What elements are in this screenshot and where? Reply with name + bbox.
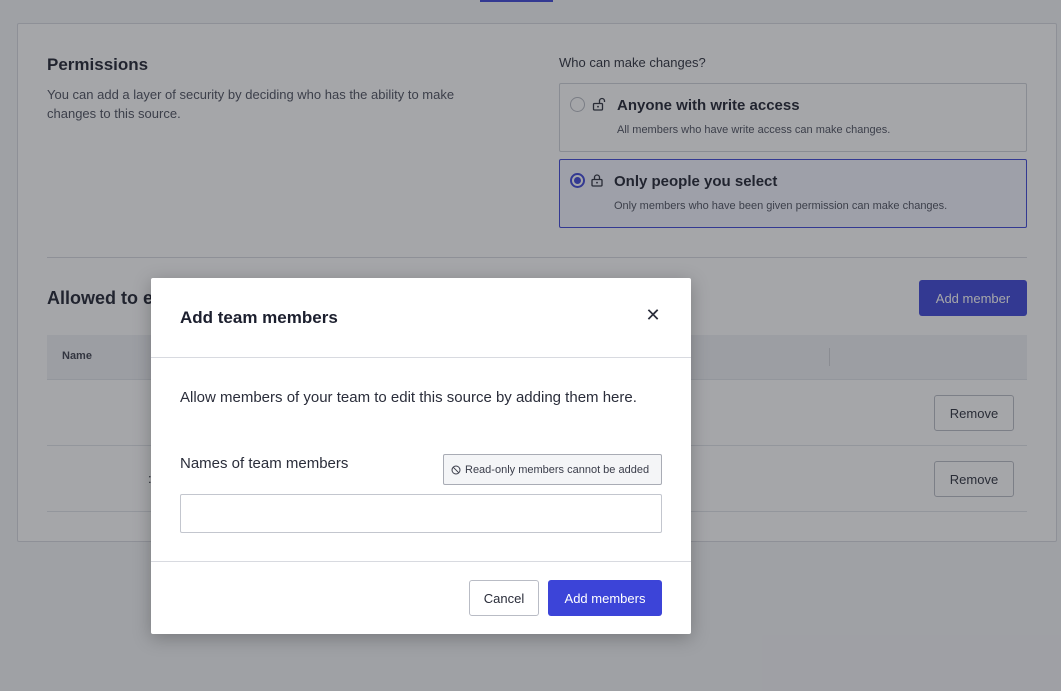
- team-members-field-label: Names of team members: [180, 455, 349, 472]
- dialog-description: Allow members of your team to edit this …: [180, 389, 637, 406]
- readonly-notice-text: Read-only members cannot be added: [465, 463, 650, 476]
- add-team-members-dialog: Add team members ✕ Allow members of your…: [151, 278, 691, 634]
- team-members-input[interactable]: [180, 494, 662, 533]
- dialog-footer-divider: [151, 561, 691, 562]
- prohibited-icon: [451, 465, 461, 474]
- readonly-notice-badge: Read-only members cannot be added: [443, 454, 662, 485]
- dialog-title: Add team members: [180, 308, 338, 327]
- dialog-header-divider: [151, 357, 691, 358]
- add-members-button[interactable]: Add members: [548, 580, 662, 616]
- close-icon[interactable]: ✕: [643, 306, 663, 326]
- cancel-button[interactable]: Cancel: [469, 580, 539, 616]
